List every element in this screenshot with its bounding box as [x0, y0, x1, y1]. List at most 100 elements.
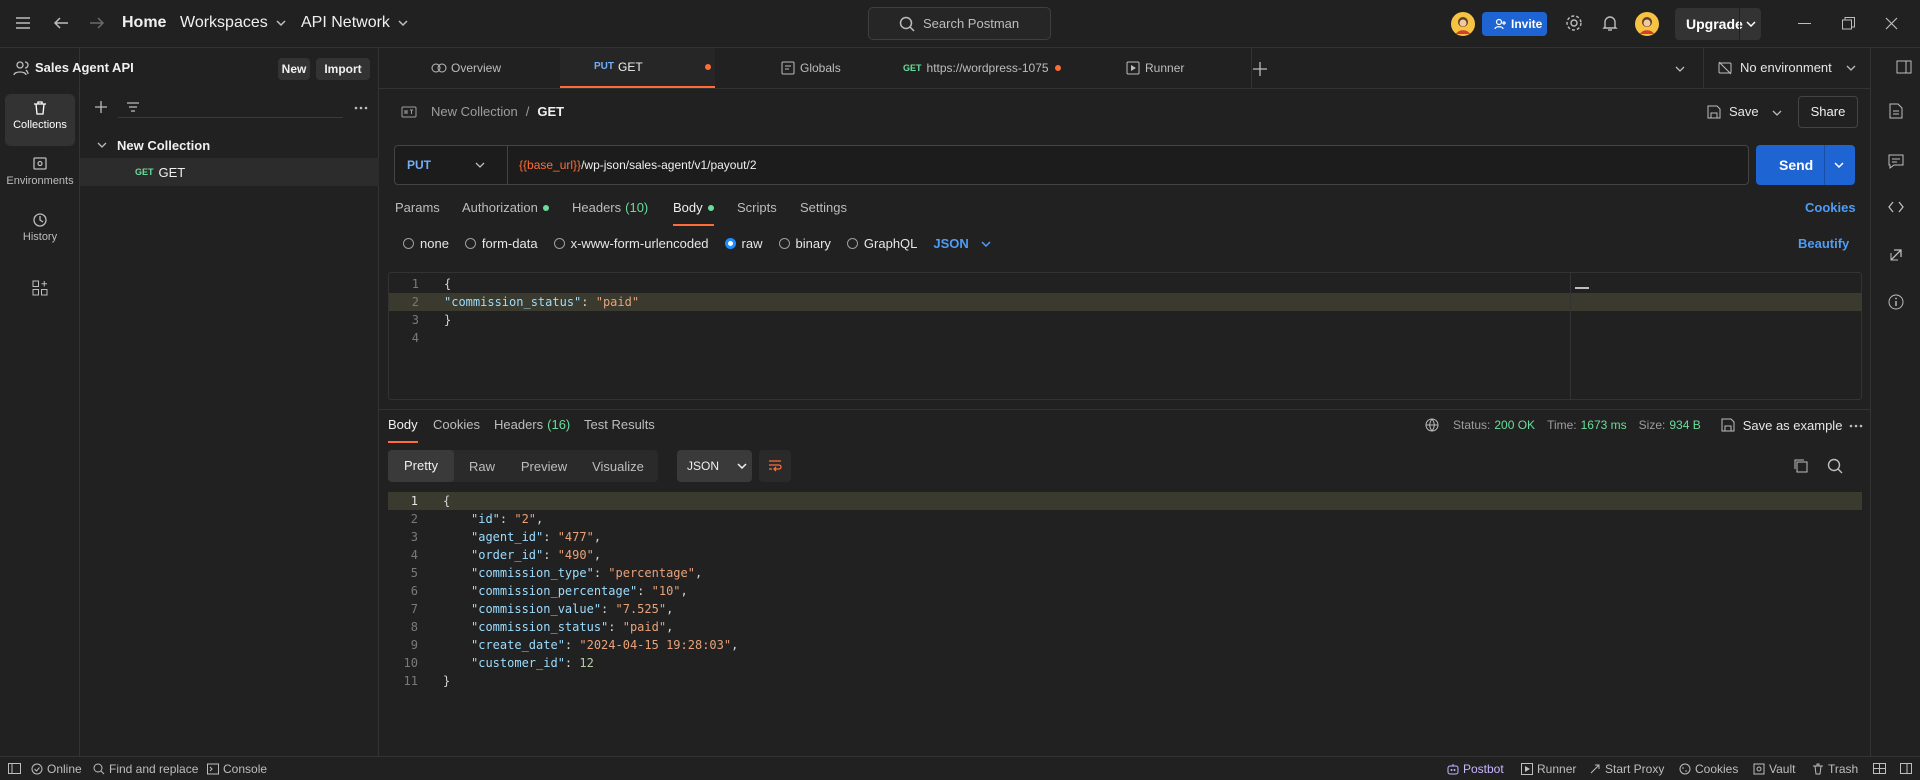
size-value[interactable]: 934 B — [1669, 418, 1700, 432]
chevron-down-icon[interactable] — [1746, 21, 1756, 27]
layout-toggle-icon[interactable] — [1896, 60, 1912, 74]
runner-button[interactable]: Runner — [1521, 762, 1576, 776]
import-button[interactable]: Import — [316, 58, 370, 80]
rail-item-configure[interactable] — [5, 274, 75, 304]
status-value[interactable]: 200 OK — [1494, 418, 1535, 432]
invite-button[interactable]: Invite — [1482, 12, 1547, 36]
radio-none[interactable]: none — [403, 236, 449, 251]
response-format-select[interactable]: JSON — [677, 450, 752, 482]
forward-arrow-icon[interactable] — [89, 16, 105, 30]
breadcrumb-current[interactable]: GET — [537, 104, 564, 119]
response-body-viewer[interactable]: 1 {2 "id": "2", 3 "agent_id": "477", 4 "order_… — [388, 485, 1862, 745]
menu-icon[interactable] — [15, 16, 31, 30]
radio-binary[interactable]: binary — [778, 236, 831, 251]
rail-item-environments[interactable]: Environments — [5, 150, 75, 202]
more-options-icon[interactable] — [354, 106, 368, 110]
tabs-dropdown-icon[interactable] — [1675, 66, 1685, 72]
more-options-icon[interactable] — [1849, 424, 1863, 428]
tab-globals[interactable]: Globals — [781, 48, 841, 88]
code-icon[interactable] — [1888, 200, 1904, 214]
tab-wordpress-request[interactable]: GET https://wordpress-1075 — [903, 48, 1061, 88]
request-body-editor[interactable]: 1 {2 "commission_status": "paid" 3} 4 — [388, 272, 1862, 400]
help-icon[interactable] — [1900, 763, 1912, 774]
new-button[interactable]: New — [278, 58, 310, 80]
postbot-button[interactable]: Postbot — [1447, 762, 1504, 776]
tab-overview[interactable]: Overview — [431, 48, 501, 88]
share-button[interactable]: Share — [1798, 96, 1858, 128]
sidebar-toggle-icon[interactable] — [8, 763, 21, 774]
tab-headers[interactable]: Headers (10) — [572, 200, 648, 215]
cookies-link[interactable]: Cookies — [1805, 200, 1856, 215]
documentation-icon[interactable] — [1889, 103, 1903, 119]
console-button[interactable]: Console — [207, 762, 267, 776]
chevron-down-icon[interactable] — [1772, 110, 1782, 116]
tab-scripts[interactable]: Scripts — [737, 200, 777, 215]
view-pretty[interactable]: Pretty — [388, 450, 454, 482]
rail-item-collections[interactable]: Collections — [5, 94, 75, 146]
related-collections-icon[interactable] — [1889, 248, 1903, 262]
vault-button[interactable]: Vault — [1753, 762, 1795, 776]
radio-raw[interactable]: raw — [724, 236, 763, 251]
workspaces-menu[interactable]: Workspaces — [180, 14, 286, 32]
tab-params[interactable]: Params — [395, 200, 440, 215]
environment-selector[interactable]: No environment — [1718, 60, 1856, 75]
save-as-example-button[interactable]: Save as example — [1721, 418, 1842, 433]
chevron-down-icon[interactable] — [1834, 162, 1844, 168]
filter-input[interactable] — [118, 96, 343, 118]
bell-icon[interactable] — [1602, 14, 1618, 32]
restore-icon[interactable] — [1842, 17, 1855, 30]
breadcrumb-parent[interactable]: New Collection — [431, 104, 518, 119]
request-item[interactable]: GET GET — [80, 158, 379, 186]
search-input[interactable]: Search Postman — [868, 7, 1051, 40]
upgrade-button[interactable]: Upgrade — [1675, 8, 1761, 40]
trash-button[interactable]: Trash — [1812, 762, 1858, 776]
save-button[interactable]: Save — [1707, 104, 1759, 119]
online-status[interactable]: Online — [31, 762, 82, 776]
wrap-lines-button[interactable] — [759, 450, 791, 482]
view-visualize[interactable]: Visualize — [578, 459, 658, 474]
body-format-select[interactable]: JSON — [933, 236, 991, 251]
radio-graphql[interactable]: GraphQL — [846, 236, 917, 251]
tab-authorization[interactable]: Authorization — [462, 200, 549, 215]
gear-icon[interactable] — [1565, 14, 1583, 32]
url-input[interactable]: {{base_url}}/wp-json/sales-agent/v1/payo… — [519, 158, 757, 172]
view-preview[interactable]: Preview — [510, 459, 578, 474]
avatar[interactable] — [1451, 12, 1475, 36]
collection-item[interactable]: New Collection — [80, 131, 379, 159]
rail-item-history[interactable]: History — [5, 206, 75, 258]
api-network-menu[interactable]: API Network — [301, 14, 408, 32]
back-arrow-icon[interactable] — [53, 16, 69, 30]
cookies-button[interactable]: Cookies — [1679, 762, 1738, 776]
tab-put-get[interactable]: PUT GET — [560, 48, 715, 88]
line-number: 3 — [411, 313, 419, 327]
add-icon[interactable] — [95, 101, 107, 113]
copy-icon[interactable] — [1793, 458, 1809, 474]
find-replace-button[interactable]: Find and replace — [93, 762, 198, 776]
tab-runner[interactable]: Runner — [1126, 48, 1184, 88]
info-icon[interactable] — [1888, 294, 1904, 310]
search-icon[interactable] — [1827, 458, 1843, 474]
response-tab-test-results[interactable]: Test Results — [584, 417, 655, 432]
code-line: } — [444, 313, 452, 327]
send-button[interactable]: Send — [1756, 145, 1855, 185]
response-tab-body[interactable]: Body — [388, 417, 418, 443]
time-value[interactable]: 1673 ms — [1581, 418, 1627, 432]
radio-urlencoded[interactable]: x-www-form-urlencoded — [553, 236, 709, 251]
radio-form-data[interactable]: form-data — [464, 236, 538, 251]
tab-settings[interactable]: Settings — [800, 200, 847, 215]
tab-body[interactable]: Body — [673, 200, 714, 226]
start-proxy-button[interactable]: Start Proxy — [1589, 762, 1664, 776]
network-globe-icon[interactable] — [1425, 417, 1441, 433]
layout-icon[interactable] — [1873, 763, 1886, 774]
comments-icon[interactable] — [1888, 153, 1904, 169]
new-tab-icon[interactable] — [1253, 62, 1267, 76]
beautify-button[interactable]: Beautify — [1798, 236, 1849, 251]
response-tab-headers[interactable]: Headers (16) — [494, 417, 570, 432]
home-link[interactable]: Home — [122, 14, 166, 32]
user-avatar[interactable] — [1635, 12, 1659, 36]
minimize-icon[interactable] — [1798, 23, 1811, 24]
view-raw[interactable]: Raw — [454, 459, 510, 474]
response-tab-cookies[interactable]: Cookies — [433, 417, 480, 432]
close-icon[interactable] — [1885, 17, 1898, 30]
method-select[interactable]: PUT — [395, 146, 508, 184]
